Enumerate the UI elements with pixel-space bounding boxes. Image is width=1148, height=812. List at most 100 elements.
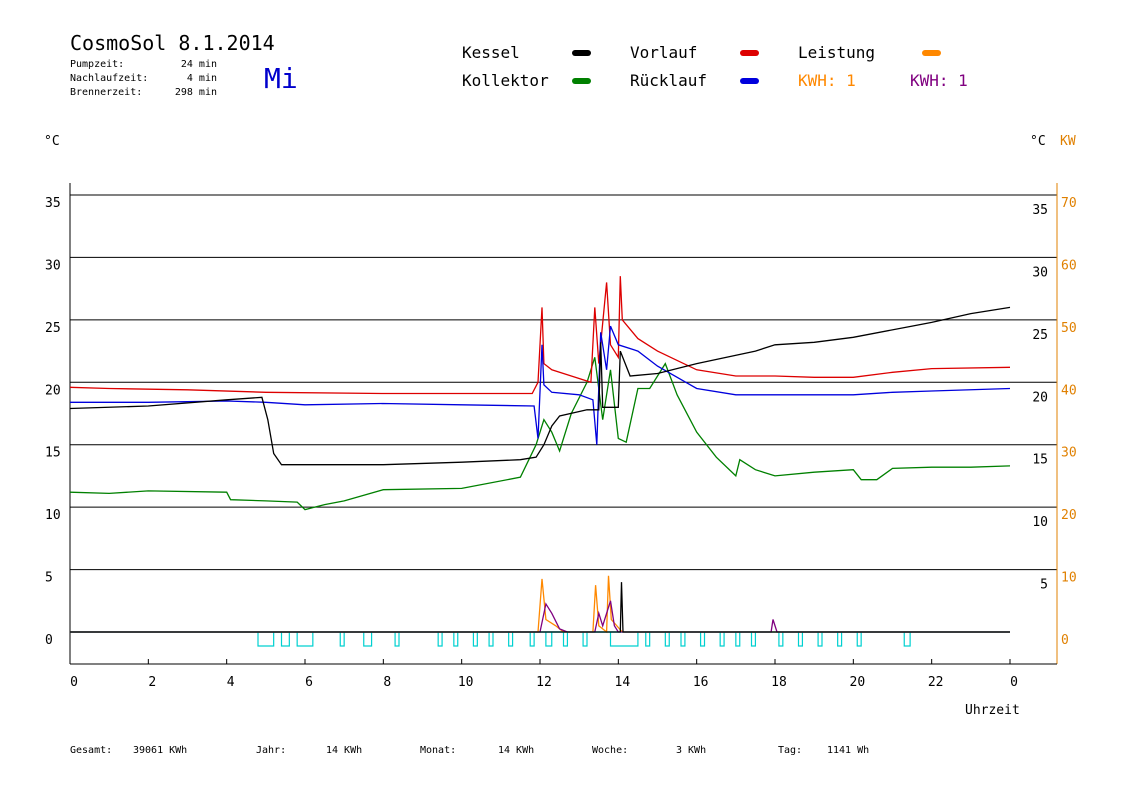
pump-pulse — [488, 632, 494, 647]
overrun-time-label: Nachlaufzeit: — [70, 73, 148, 84]
legend: Kessel Vorlauf Leistung Kollektor Rückla… — [462, 43, 968, 90]
footer-year-label: Jahr: — [256, 745, 286, 756]
pump-pulse — [394, 632, 400, 647]
legend-label-vorlauf: Vorlauf — [630, 43, 697, 62]
legend-label-kessel: Kessel — [462, 43, 520, 62]
overrun-time-value: 4 min — [187, 73, 217, 84]
right-tick-label-c: 5 — [1040, 578, 1048, 593]
weekday-label: Mi — [264, 62, 298, 95]
left-tick-label: 15 — [45, 446, 61, 461]
legend-swatch-vorlauf — [740, 50, 759, 56]
burner-time-value: 298 min — [175, 87, 217, 98]
kwh-label-1: KWH: 1 — [798, 71, 856, 90]
x-tick-label: 4 — [227, 675, 235, 690]
pump-pulse — [817, 632, 823, 647]
pump-pulse — [529, 632, 535, 647]
pump-pulse — [257, 632, 275, 647]
pump-pulse — [797, 632, 804, 647]
legend-swatch-ruecklauf — [740, 78, 759, 84]
x-tick-label: 12 — [536, 675, 552, 690]
pump-pulse — [609, 632, 639, 647]
pump-pulse — [856, 632, 862, 647]
axis-ticks: 3530252015105035302520151057060504030201… — [45, 196, 1077, 690]
right-tick-label-c: 10 — [1032, 515, 1048, 530]
left-tick-label: 5 — [45, 571, 53, 586]
pump-pulse — [472, 632, 478, 647]
series-line-leistung — [70, 575, 1010, 634]
x-tick-label: 0 — [70, 675, 78, 690]
pump-pulse — [296, 632, 314, 647]
x-tick-label: 10 — [458, 675, 474, 690]
pump-pulse — [699, 632, 706, 647]
pump-pulse — [363, 632, 373, 647]
right-tick-label-c: 30 — [1032, 265, 1048, 280]
right-tick-label-c: 15 — [1032, 453, 1048, 468]
right-tick-label-c: 20 — [1032, 390, 1048, 405]
pump-pulse — [903, 632, 911, 647]
x-tick-label: 0 — [1010, 675, 1018, 690]
pump-pulse — [664, 632, 670, 647]
footer-year-value: 14 KWh — [326, 745, 362, 756]
chart-title: CosmoSol 8.1.2014 — [70, 31, 275, 55]
pump-time-label: Pumpzeit: — [70, 59, 124, 70]
pump-pulse — [280, 632, 290, 647]
plot-area — [69, 276, 1011, 647]
x-axis-label: Uhrzeit — [965, 703, 1020, 718]
right-tick-label-kw: 40 — [1061, 383, 1077, 398]
right-axis-unit-kw: KW — [1060, 134, 1076, 149]
pump-pulse — [339, 632, 345, 647]
x-tick-label: 6 — [305, 675, 313, 690]
legend-label-kollektor: Kollektor — [462, 71, 549, 90]
legend-label-leistung: Leistung — [798, 43, 875, 62]
footer-stats: Gesamt: 39061 KWh Jahr: 14 KWh Monat: 14… — [70, 745, 869, 756]
left-tick-label: 30 — [45, 258, 61, 273]
pump-pulse — [453, 632, 459, 647]
pump-pulse — [437, 632, 443, 647]
left-tick-label: 10 — [45, 508, 61, 523]
footer-day-value: 1141 Wh — [827, 745, 869, 756]
footer-total-value: 39061 KWh — [133, 745, 187, 756]
legend-label-ruecklauf: Rücklauf — [630, 71, 707, 90]
footer-month-label: Monat: — [420, 745, 456, 756]
pump-pulse — [508, 632, 514, 647]
x-tick-label: 20 — [850, 675, 866, 690]
pump-pulse — [837, 632, 843, 647]
left-tick-label: 25 — [45, 321, 61, 336]
legend-swatch-kessel — [572, 50, 591, 56]
pump-pulse — [562, 632, 569, 647]
right-axis-unit-c: °C — [1030, 134, 1046, 149]
pump-pulse — [545, 632, 553, 647]
pump-time-value: 24 min — [181, 59, 217, 70]
x-tick-label: 8 — [383, 675, 391, 690]
footer-week-value: 3 KWh — [676, 745, 706, 756]
right-tick-label-c: 35 — [1032, 203, 1048, 218]
pump-pulse — [645, 632, 651, 647]
x-tick-label: 22 — [928, 675, 944, 690]
left-axis-unit: °C — [44, 134, 60, 149]
right-tick-label-kw: 20 — [1061, 508, 1077, 523]
right-tick-label-kw: 60 — [1061, 258, 1077, 273]
footer-total-label: Gesamt: — [70, 745, 112, 756]
pump-pulse — [750, 632, 757, 647]
footer-month-value: 14 KWh — [498, 745, 534, 756]
left-tick-label: 35 — [45, 196, 61, 211]
pump-pulse — [735, 632, 741, 647]
pump-pulse — [582, 632, 588, 647]
footer-week-label: Woche: — [592, 745, 628, 756]
pump-pulse — [778, 632, 784, 647]
legend-swatch-leistung — [922, 50, 941, 56]
x-tick-label: 18 — [771, 675, 787, 690]
left-tick-label: 20 — [45, 383, 61, 398]
x-tick-label: 14 — [615, 675, 631, 690]
pump-pulse — [719, 632, 725, 647]
right-tick-label-kw: 50 — [1061, 321, 1077, 336]
chart-grid — [69, 183, 1058, 665]
right-tick-label-kw: 30 — [1061, 446, 1077, 461]
burner-time-label: Brennerzeit: — [70, 87, 142, 98]
left-tick-label: 0 — [45, 633, 53, 648]
right-tick-label-kw: 70 — [1061, 196, 1077, 211]
right-tick-label-c: 25 — [1032, 328, 1048, 343]
x-tick-label: 2 — [148, 675, 156, 690]
right-tick-label-kw: 0 — [1061, 633, 1069, 648]
kwh-label-2: KWH: 1 — [910, 71, 968, 90]
